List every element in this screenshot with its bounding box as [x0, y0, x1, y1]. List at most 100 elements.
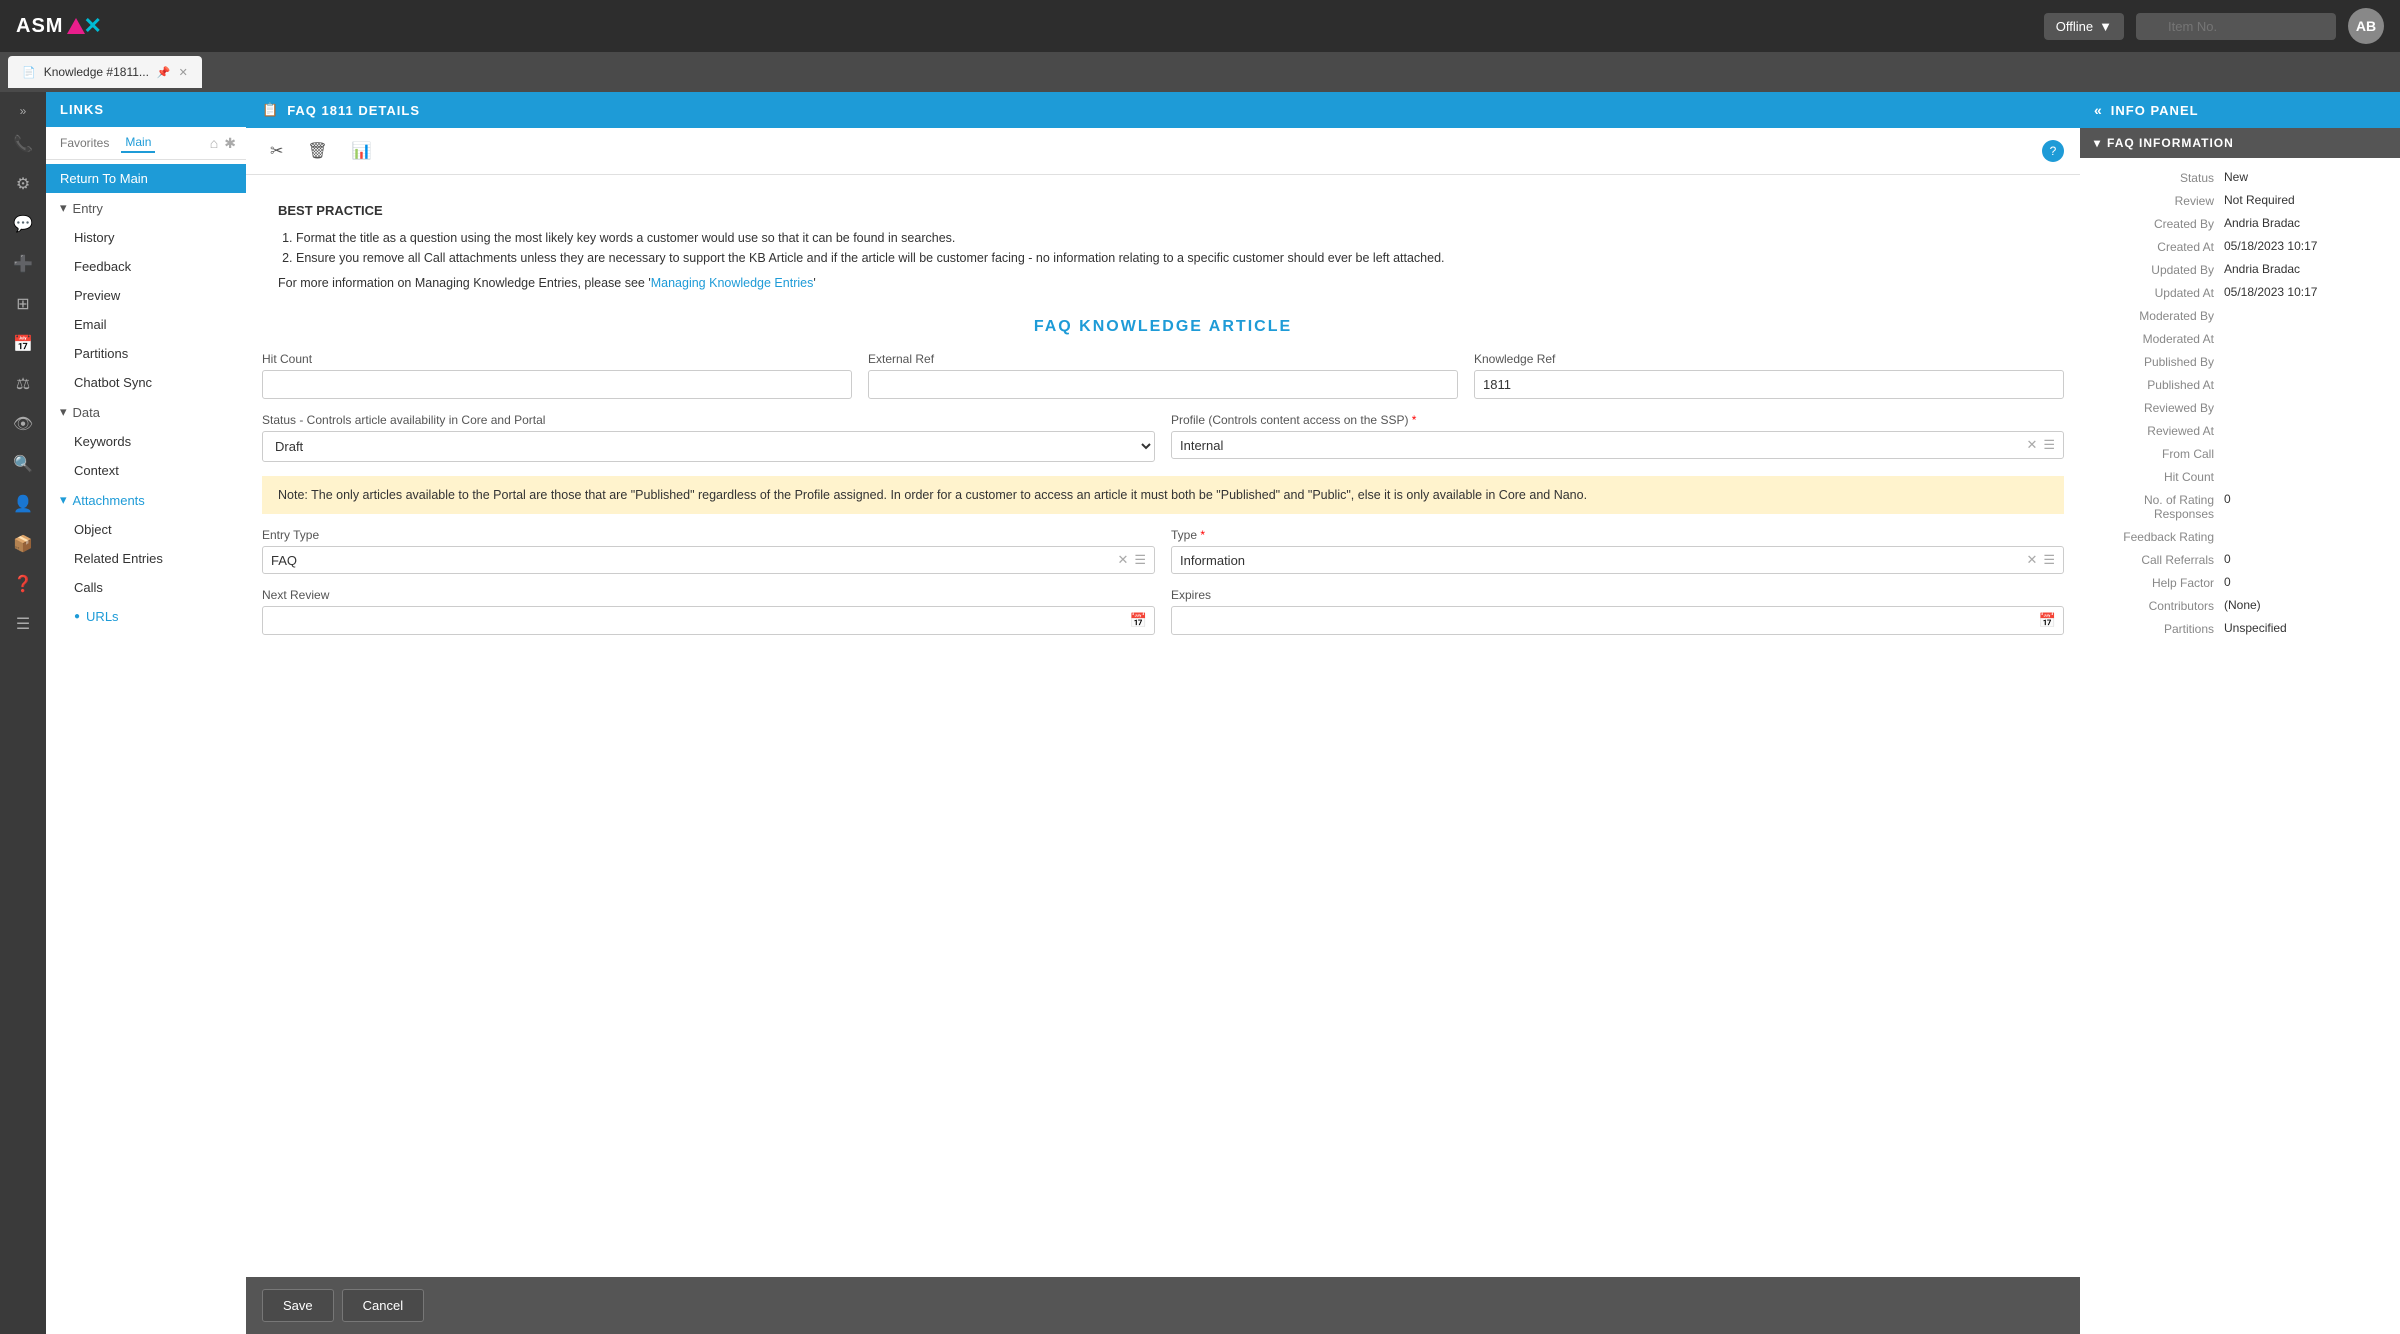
- nav-chatbot-sync[interactable]: Chatbot Sync: [46, 368, 246, 397]
- nav-data-arrow-icon: ▾: [60, 404, 67, 420]
- type-clear-icon[interactable]: ✕: [2026, 552, 2037, 568]
- entry-type-menu-icon[interactable]: ☰: [1134, 552, 1146, 568]
- status-select[interactable]: Draft Published: [262, 431, 1155, 462]
- icon-rail: » 📞 ⚙ 💬 ➕ ⊞ 📅 ⚖ 👁 🔍 👤 📦 ❓ ☰: [0, 92, 46, 1334]
- entry-type-select[interactable]: FAQ ✕ ☰: [262, 546, 1155, 574]
- info-row-moderated-at: Moderated At: [2080, 327, 2400, 350]
- scissors-tool-btn[interactable]: ✂: [262, 136, 291, 166]
- search-wrap: 🔍: [2136, 13, 2336, 40]
- status-field-label: Status - Controls article availability i…: [262, 413, 1155, 427]
- nav-attachments-section[interactable]: ▾ Attachments: [46, 485, 246, 515]
- rail-search2-icon[interactable]: 🔍: [5, 446, 41, 482]
- info-section-title: FAQ INFORMATION: [2107, 136, 2234, 150]
- entry-type-clear-icon[interactable]: ✕: [1117, 552, 1128, 568]
- rail-person-icon[interactable]: 👤: [5, 486, 41, 522]
- nav-calls-label: Calls: [74, 580, 103, 595]
- nav-feedback[interactable]: Feedback: [46, 252, 246, 281]
- nav-return-to-main[interactable]: Return To Main: [46, 164, 246, 193]
- rail-phone-icon[interactable]: 📞: [5, 126, 41, 162]
- info-panel-collapse-btn[interactable]: «: [2094, 102, 2103, 118]
- profile-required-icon: *: [1412, 413, 1417, 427]
- info-label-feedback-rating: Feedback Rating: [2094, 529, 2224, 544]
- rail-calendar-icon[interactable]: 📅: [5, 326, 41, 362]
- external-ref-input[interactable]: [868, 370, 1458, 399]
- tab-close-icon[interactable]: ✕: [179, 66, 188, 79]
- logo-text: ASM: [16, 15, 63, 38]
- expires-group: Expires 📅: [1171, 588, 2064, 635]
- status-dropdown[interactable]: Offline ▼: [2044, 13, 2124, 40]
- chart-tool-btn[interactable]: 📊: [344, 136, 380, 166]
- nav-object[interactable]: Object: [46, 515, 246, 544]
- info-row-created-at: Created At 05/18/2023 10:17: [2080, 235, 2400, 258]
- search-input[interactable]: [2136, 13, 2336, 40]
- help-btn[interactable]: ?: [2042, 140, 2064, 162]
- profile-clear-icon[interactable]: ✕: [2026, 437, 2037, 453]
- bottom-bar: Save Cancel: [246, 1277, 2080, 1334]
- next-review-cal-icon[interactable]: 📅: [1130, 612, 1147, 629]
- nav-data-section[interactable]: ▾ Data: [46, 397, 246, 427]
- asterisk-icon[interactable]: ✱: [224, 135, 236, 152]
- info-label-rating-responses: No. of Rating Responses: [2094, 492, 2224, 521]
- type-menu-icon[interactable]: ☰: [2043, 552, 2055, 568]
- nav-partitions[interactable]: Partitions: [46, 339, 246, 368]
- managing-knowledge-link[interactable]: Managing Knowledge Entries: [651, 276, 814, 290]
- best-practice-box: BEST PRACTICE Format the title as a ques…: [262, 191, 2064, 302]
- links-nav: Return To Main ▾ Entry History Feedback …: [46, 160, 246, 1334]
- nav-preview[interactable]: Preview: [46, 281, 246, 310]
- expires-cal-icon[interactable]: 📅: [2039, 612, 2056, 629]
- info-row-status: Status New: [2080, 166, 2400, 189]
- nav-context[interactable]: Context: [46, 456, 246, 485]
- rail-box-icon[interactable]: 📦: [5, 526, 41, 562]
- rail-expand-btn[interactable]: »: [16, 100, 31, 122]
- tab-doc-icon: 📄: [22, 66, 36, 79]
- hit-count-input[interactable]: [262, 370, 852, 399]
- rail-grid-icon[interactable]: ⊞: [5, 286, 41, 322]
- type-select[interactable]: Information ✕ ☰: [1171, 546, 2064, 574]
- rail-eye-icon[interactable]: 👁: [5, 406, 41, 442]
- cancel-button[interactable]: Cancel: [342, 1289, 424, 1322]
- info-label-contributors: Contributors: [2094, 598, 2224, 613]
- rail-menu-icon[interactable]: ☰: [5, 606, 41, 642]
- chevron-down-icon: ▼: [2099, 19, 2112, 34]
- rail-chat-icon[interactable]: 💬: [5, 206, 41, 242]
- profile-menu-icon[interactable]: ☰: [2043, 437, 2055, 453]
- info-label-call-referrals: Call Referrals: [2094, 552, 2224, 567]
- nav-keywords[interactable]: Keywords: [46, 427, 246, 456]
- info-label-help-factor: Help Factor: [2094, 575, 2224, 590]
- logo: ASM ✕: [16, 13, 103, 39]
- next-review-input[interactable]: [262, 606, 1155, 635]
- topbar-right: Offline ▼ 🔍 AB: [2044, 8, 2384, 44]
- info-section-collapse-icon[interactable]: ▾: [2094, 136, 2101, 150]
- knowledge-tab[interactable]: 📄 Knowledge #1811... 📌 ✕: [8, 56, 202, 88]
- home-icon[interactable]: ⌂: [210, 135, 218, 152]
- info-value-partitions: Unspecified: [2224, 621, 2386, 635]
- rail-help-icon[interactable]: ❓: [5, 566, 41, 602]
- expires-input[interactable]: [1171, 606, 2064, 635]
- knowledge-ref-group: Knowledge Ref: [1474, 352, 2064, 399]
- nav-related-entries[interactable]: Related Entries: [46, 544, 246, 573]
- rail-filter-icon[interactable]: ⚖: [5, 366, 41, 402]
- info-value-contributors: (None): [2224, 598, 2386, 612]
- info-row-contributors: Contributors (None): [2080, 594, 2400, 617]
- nav-urls[interactable]: ● URLs: [46, 602, 246, 631]
- info-label-moderated-at: Moderated At: [2094, 331, 2224, 346]
- tab-favorites[interactable]: Favorites: [56, 134, 113, 152]
- rail-settings-icon[interactable]: ⚙: [5, 166, 41, 202]
- nav-return-label: Return To Main: [60, 171, 148, 186]
- delete-tool-btn[interactable]: 🗑: [299, 136, 335, 166]
- tab-main[interactable]: Main: [121, 133, 155, 153]
- nav-email[interactable]: Email: [46, 310, 246, 339]
- save-button[interactable]: Save: [262, 1289, 334, 1322]
- rail-add-icon[interactable]: ➕: [5, 246, 41, 282]
- hit-count-group: Hit Count: [262, 352, 852, 399]
- info-table: Status New Review Not Required Created B…: [2080, 158, 2400, 1334]
- info-value-help-factor: 0: [2224, 575, 2386, 589]
- nav-entry-section[interactable]: ▾ Entry: [46, 193, 246, 223]
- nav-attachments-label: Attachments: [73, 493, 145, 508]
- knowledge-ref-input[interactable]: [1474, 370, 2064, 399]
- nav-history[interactable]: History: [46, 223, 246, 252]
- nav-calls[interactable]: Calls: [46, 573, 246, 602]
- profile-select[interactable]: Internal ✕ ☰: [1171, 431, 2064, 459]
- nav-urls-dot-icon: ●: [74, 611, 80, 622]
- tab-pin-icon: 📌: [157, 66, 171, 79]
